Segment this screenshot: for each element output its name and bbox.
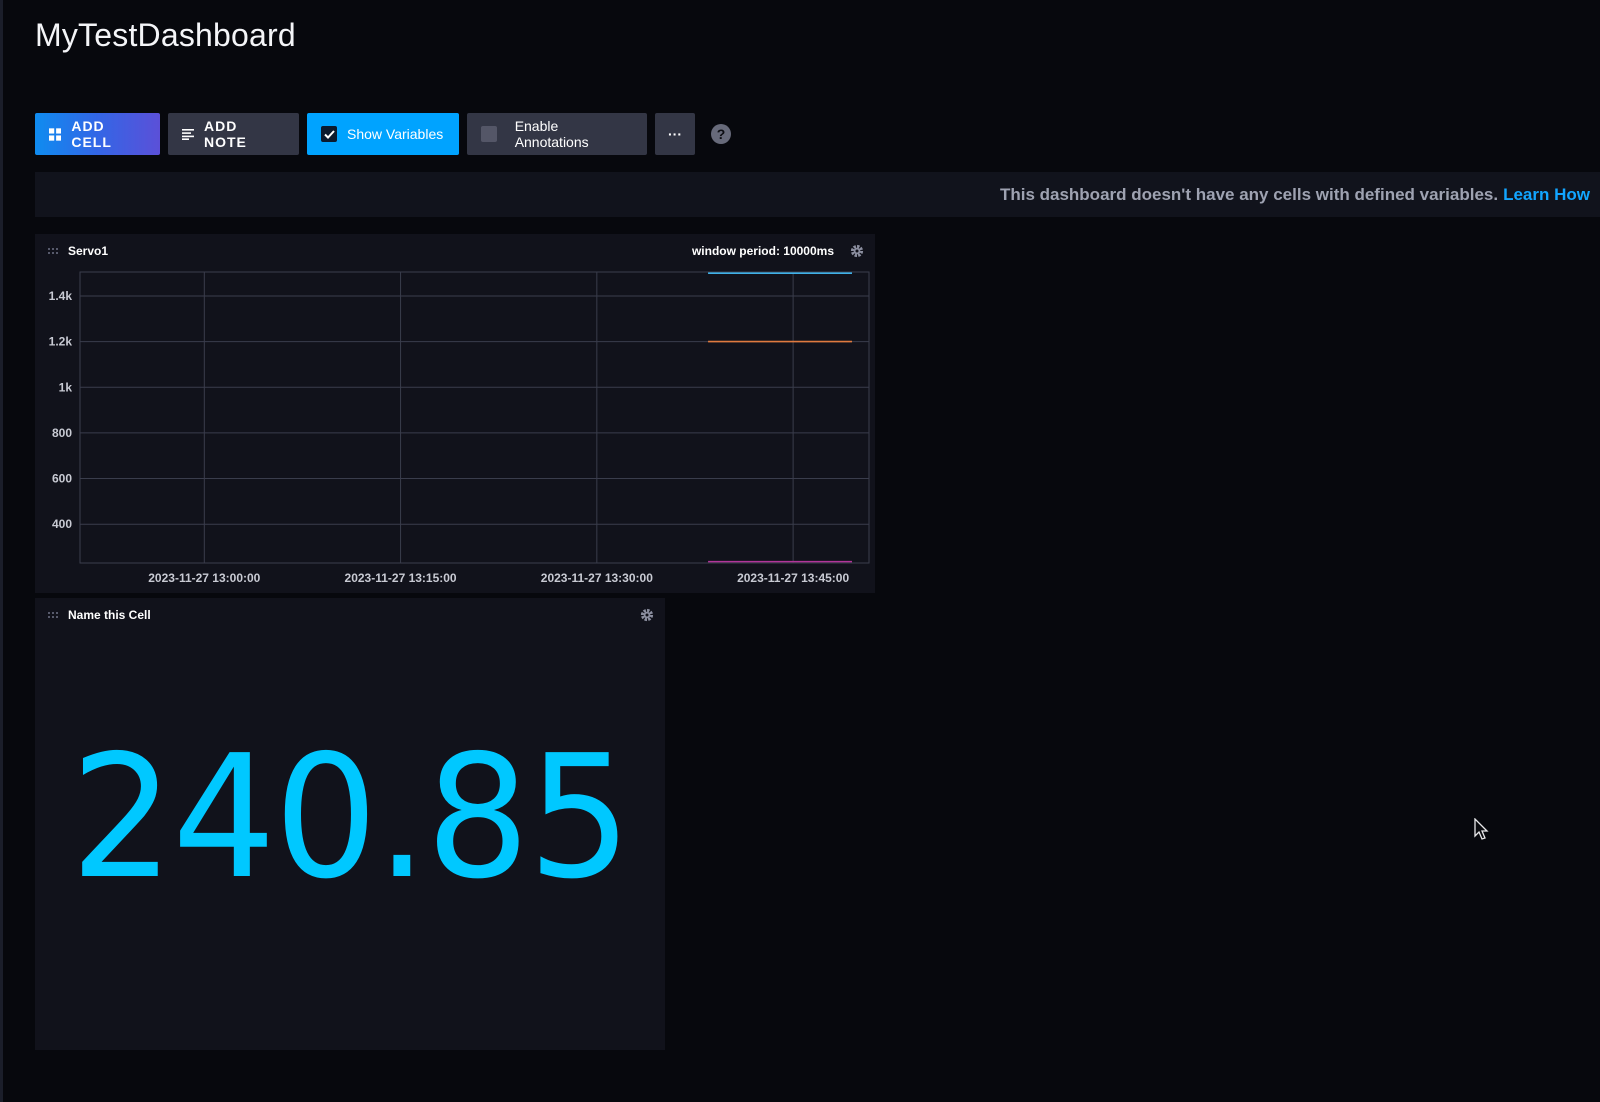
cell-title: Name this Cell [68, 608, 151, 622]
gear-icon[interactable] [640, 608, 654, 622]
window-left-edge [0, 0, 3, 1102]
enable-annotations-label: Enable Annotations [514, 118, 589, 150]
checkbox-checked-icon[interactable] [321, 126, 337, 142]
checkbox-unchecked-icon[interactable] [481, 126, 497, 142]
show-variables-label: Show Variables [347, 126, 444, 142]
x-tick-label: 2023-11-27 13:45:00 [737, 571, 849, 585]
show-variables-toggle[interactable]: Show Variables [307, 113, 459, 155]
text-lines-icon [182, 129, 194, 140]
x-tick-label: 2023-11-27 13:15:00 [345, 571, 457, 585]
plot-frame [79, 271, 870, 564]
enable-annotations-toggle[interactable]: Enable Annotations [467, 113, 647, 155]
y-tick-label: 1k [59, 380, 73, 394]
learn-how-link[interactable]: Learn How [1503, 185, 1590, 205]
more-options-button[interactable]: ··· [655, 113, 695, 155]
y-tick-label: 1.2k [49, 335, 73, 349]
mouse-cursor-icon [1474, 818, 1489, 840]
y-tick-label: 600 [52, 472, 72, 486]
help-icon[interactable]: ? [711, 124, 731, 144]
graph-cell: Servo1 window period: 10000ms 400 600 800 1… [35, 234, 875, 593]
page-title: MyTestDashboard [35, 17, 296, 53]
x-tick-label: 2023-11-27 13:00:00 [148, 571, 260, 585]
add-note-label: ADD NOTE [203, 118, 247, 150]
grid-icon [49, 127, 62, 141]
variables-message: This dashboard doesn't have any cells wi… [999, 184, 1499, 204]
add-cell-label: ADD CELL [71, 118, 112, 150]
y-tick-label: 800 [52, 426, 72, 440]
y-tick-label: 1.4k [49, 289, 73, 303]
servo-line-chart: 400 600 800 1k 1.2k 1.4k 2023-11-27 13:00:00 20… [49, 271, 870, 585]
variables-bar: This dashboard doesn't have any cells wi… [35, 172, 1600, 217]
more-options-label: ··· [668, 126, 682, 142]
help-label: ? [716, 126, 726, 142]
add-cell-button[interactable]: ADD CELL [35, 113, 160, 155]
x-tick-label: 2023-11-27 13:30:00 [541, 571, 653, 585]
drag-handle-icon[interactable] [47, 611, 58, 619]
y-tick-label: 400 [52, 517, 72, 531]
dashboard-toolbar: ADD CELL ADD NOTE Show Variables Enable … [35, 113, 731, 155]
add-note-button[interactable]: ADD NOTE [168, 113, 299, 155]
single-stat-value: 240.85 [70, 719, 631, 917]
